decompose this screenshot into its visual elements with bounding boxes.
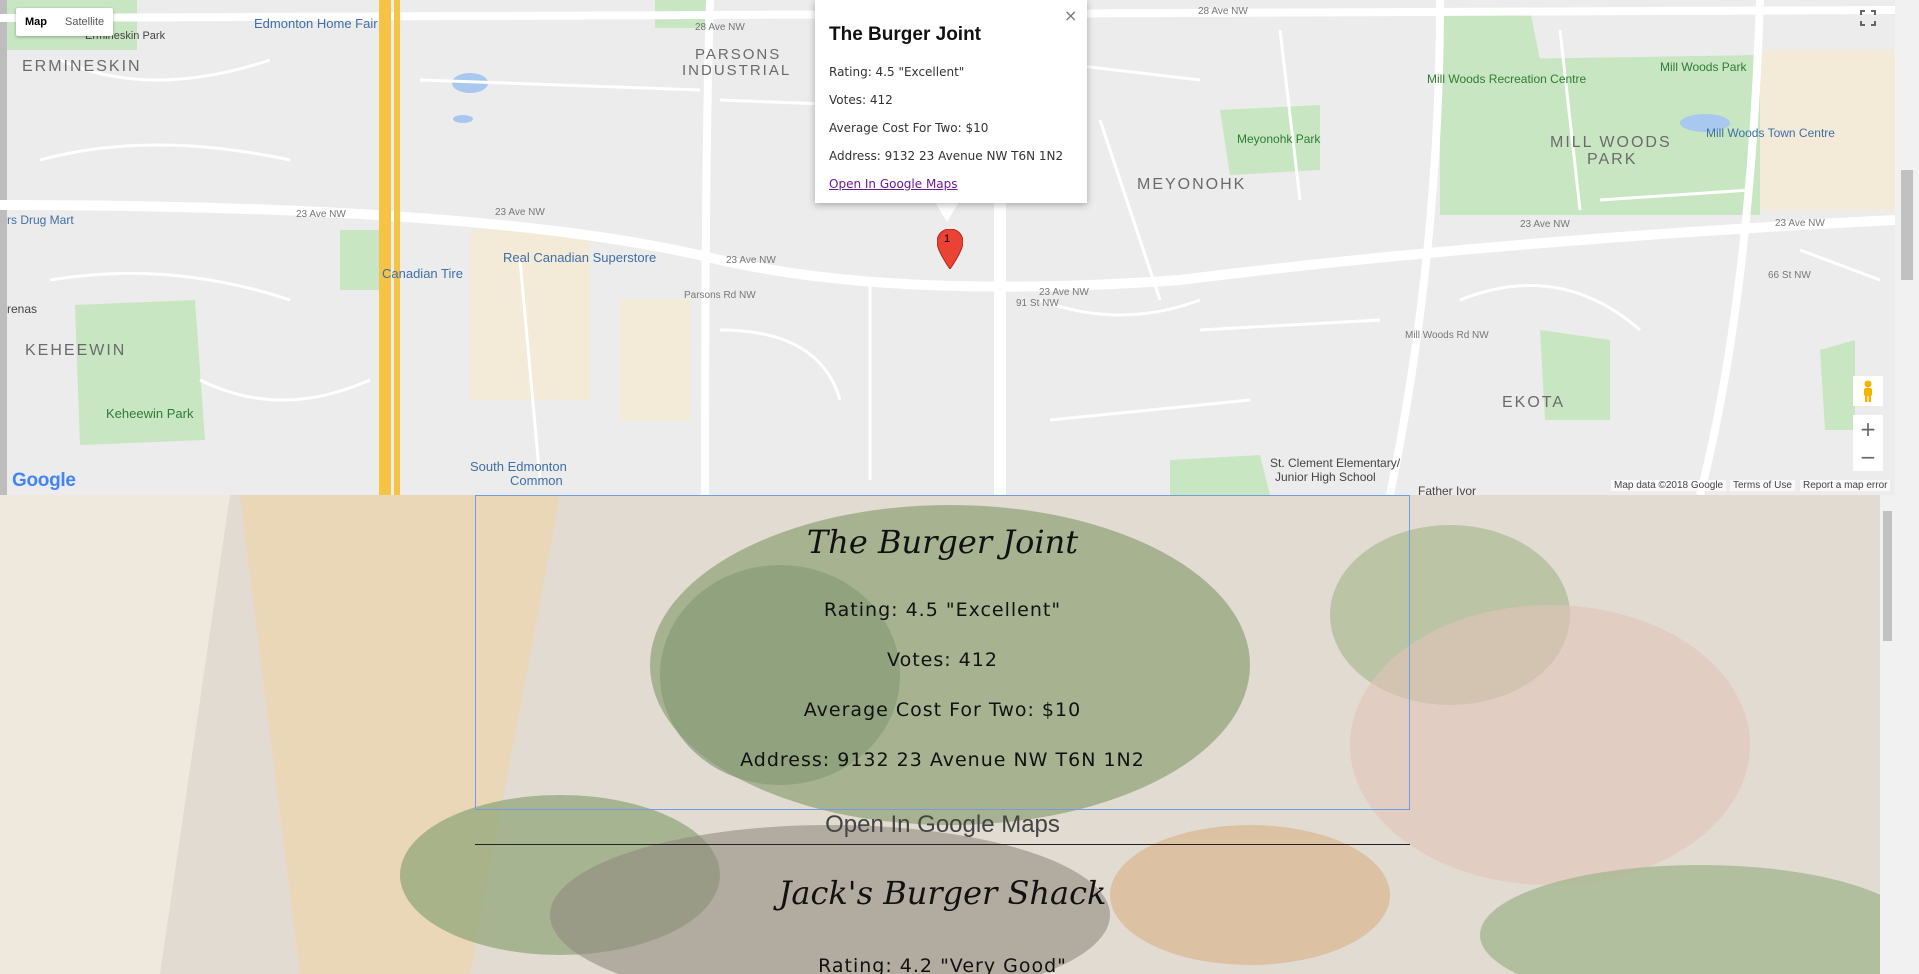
map-label-keheewin: KEHEEWIN [25,342,127,359]
content-scrollbar-thumb[interactable] [1883,511,1892,641]
zoom-out-button[interactable]: − [1853,443,1883,471]
zoom-in-button[interactable]: + [1853,415,1883,443]
map-label-town-centre: Mill Woods Town Centre [1706,126,1835,140]
google-map[interactable]: Ermineskin Park ERMINESKIN PARSONS INDUS… [0,0,1895,495]
map-label-junior-high: Junior High School [1275,470,1376,484]
info-window-close-button[interactable]: × [1064,6,1077,25]
map-label-23-ave: 23 Ave NW [1775,218,1825,229]
map-data-attribution: Map data ©2018 Google [1611,480,1727,491]
restaurant-name: Jack's Burger Shack [778,874,1107,912]
pond [453,115,473,123]
map-type-control: Map Satellite [16,8,114,36]
open-in-google-maps-link[interactable]: Open In Google Maps [475,811,1410,839]
park-area [75,300,205,445]
map-label-canadian-tire: Canadian Tire [382,266,463,281]
map-label-father: Father Ivor [1418,484,1477,495]
pegman-icon [1864,380,1872,402]
map-label-mill-woods-rd: Mill Woods Rd NW [1405,330,1489,341]
map-label-real-canadian: Real Canadian Superstore [503,250,657,265]
map-label-91-st: 91 St NW [1016,298,1059,309]
map-label-23-ave: 23 Ave NW [296,209,346,220]
report-map-error-link[interactable]: Report a map error [1800,480,1891,491]
restaurant-name: The Burger Joint [806,523,1079,561]
info-window-rating: Rating: 4.5 "Excellent" [829,65,965,79]
info-window-tail [935,202,959,222]
info-window: The Burger Joint × Rating: 4.5 "Excellen… [815,0,1087,203]
map-label-meyonohk: MEYONOHK [1137,176,1247,193]
park-area [340,230,380,290]
map-label-keheewin-park: Keheewin Park [106,406,194,421]
map-label-industrial: INDUSTRIAL [682,62,792,79]
map-label-ekota: EKOTA [1502,394,1566,411]
info-window-title: The Burger Joint [829,24,982,45]
restaurant-rating: Rating: 4.2 "Very Good" [818,955,1067,974]
map-label-renas: renas [7,302,38,316]
park-area [1170,455,1270,495]
restaurant-cost: Average Cost For Two: $10 [803,699,1082,721]
info-window-cost: Average Cost For Two: $10 [829,121,989,135]
map-label-28-ave: 28 Ave NW [695,22,745,33]
street-view-pegman[interactable] [1853,376,1883,406]
fullscreen-button[interactable] [1855,5,1881,31]
info-window-google-maps-link[interactable]: Open In Google Maps [829,177,958,191]
map-label-23-ave: 23 Ave NW [495,207,545,218]
park-area [1820,340,1855,430]
map-label-parsons: PARSONS [695,46,782,63]
restaurant-votes: Votes: 412 [887,649,998,671]
map-type-map-button[interactable]: Map [16,8,56,36]
map-label-parsons-rd: Parsons Rd NW [684,290,756,301]
map-label-23-ave: 23 Ave NW [726,255,776,266]
map-type-satellite-button[interactable]: Satellite [56,8,113,36]
map-label-23-ave: 23 Ave NW [1520,219,1570,230]
urban-area [620,300,690,420]
info-window-votes: Votes: 412 [829,93,893,107]
marker-label: 1 [944,233,951,245]
map-label-park: PARK [1587,151,1638,168]
map-label-mill-woods: MILL WOODS [1550,134,1672,151]
restaurant-rating: Rating: 4.5 "Excellent" [823,599,1062,621]
map-label-common: Common [510,473,563,488]
google-logo-text: Google [12,470,76,491]
list-divider [475,844,1410,845]
restaurant-address: Address: 9132 23 Avenue NW T6N 1N2 [740,749,1145,771]
page-scrollbar-thumb[interactable] [1901,170,1913,280]
map-label-drug-mart: rs Drug Mart [7,213,74,227]
fullscreen-icon [1860,10,1876,26]
google-logo: Google [12,470,76,492]
map-label-mill-woods-park: Mill Woods Park [1660,60,1747,74]
info-window-address: Address: 9132 23 Avenue NW T6N 1N2 [829,149,1064,163]
map-label-23-ave: 23 Ave NW [1039,287,1089,298]
map-label-meyonohk-park: Meyonohk Park [1237,132,1321,146]
map-label-south-edmonton: South Edmonton [470,459,567,474]
map-label-st-clement: St. Clement Elementary/ [1270,456,1401,470]
page-scrollbar[interactable] [1895,0,1919,974]
map-label-28-ave: 28 Ave NW [1198,6,1248,17]
map-label-66-st: 66 St NW [1768,270,1811,281]
restaurant-list: The Burger Joint Rating: 4.5 "Excellent"… [0,495,1880,974]
map-label-home-fair: Edmonton Home Fair [254,16,378,31]
content-scrollbar[interactable] [1880,495,1895,974]
map-label-mill-woods-rec: Mill Woods Recreation Centre [1427,72,1587,86]
terms-of-use-link[interactable]: Terms of Use [1730,480,1795,491]
map-label-ermineskin: ERMINESKIN [22,58,142,75]
